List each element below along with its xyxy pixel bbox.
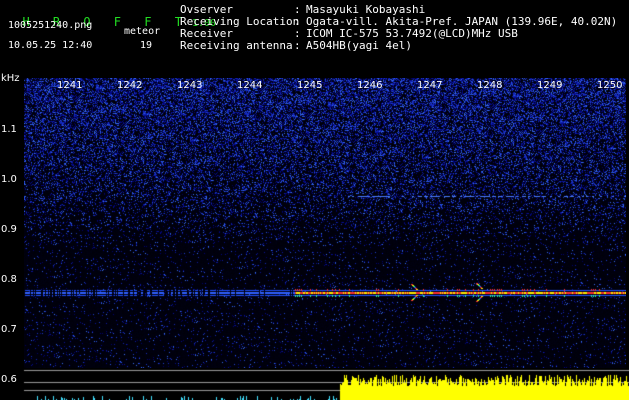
x-tick-label: 1247	[417, 80, 443, 91]
y-tick-label: 0.6	[1, 374, 17, 385]
y-tick-label: 0.8	[1, 274, 17, 285]
x-tick-label: 1242	[117, 80, 143, 91]
x-tick-label: 1241	[57, 80, 83, 91]
activity-histogram	[0, 368, 629, 400]
x-tick-label: 1243	[177, 80, 203, 91]
info-colon: :	[294, 39, 301, 52]
y-tick-label: 1.0	[1, 174, 17, 185]
info-value: A504HB(yagi 4el)	[306, 39, 412, 52]
x-tick-label: 1246	[357, 80, 383, 91]
file-name: 1005251240.png	[8, 20, 93, 31]
datetime: 10.05.25 12:40	[8, 40, 93, 51]
meteor-label: meteor	[124, 26, 161, 37]
y-tick-label: 0.9	[1, 224, 17, 235]
x-tick-label: 1244	[237, 80, 263, 91]
y-tick-label: 1.1	[1, 124, 17, 135]
y-axis-unit: kHz	[1, 73, 20, 84]
x-tick-label: 1249	[537, 80, 563, 91]
info-key: Receiving antenna	[180, 39, 293, 52]
x-tick-label: 1248	[477, 80, 503, 91]
x-tick-label: 1250	[597, 80, 623, 91]
x-tick-label: 1245	[297, 80, 323, 91]
spectrogram	[24, 78, 626, 368]
meteor-count: 19	[140, 40, 153, 51]
y-tick-label: 0.7	[1, 324, 17, 335]
